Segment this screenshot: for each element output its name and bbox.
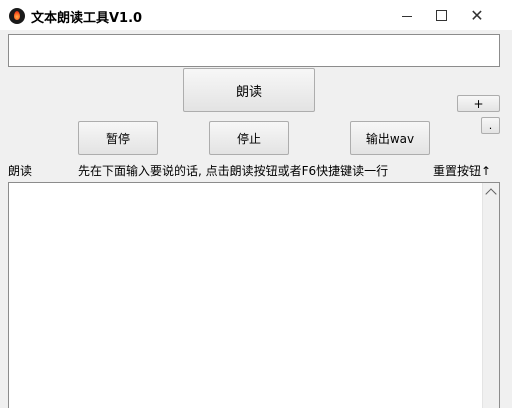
stop-button[interactable]: 停止 (209, 121, 289, 155)
plus-button[interactable]: + (457, 95, 500, 112)
window-title: 文本朗读工具V1.0 (31, 11, 143, 26)
text-content-area[interactable] (8, 182, 500, 408)
maximize-icon[interactable] (424, 0, 458, 30)
title-bar: 文本朗读工具V1.0 ✕ (0, 0, 512, 30)
speech-line-input[interactable] (8, 34, 500, 67)
instruction-hint: 先在下面输入要说的话, 点击朗读按钮或者F6快捷键读一行 (78, 164, 389, 178)
close-icon[interactable]: ✕ (460, 0, 494, 30)
vertical-scrollbar[interactable] (482, 183, 499, 408)
export-wav-button[interactable]: 输出wav (350, 121, 430, 155)
reset-label: 重置按钮↑ (433, 164, 492, 178)
minimize-icon[interactable] (390, 0, 424, 30)
scroll-up-arrow-icon[interactable] (483, 183, 499, 200)
pause-button[interactable]: 暂停 (78, 121, 158, 155)
read-button[interactable]: 朗读 (183, 68, 315, 112)
dot-button[interactable]: . (481, 117, 500, 134)
flame-app-icon (9, 8, 25, 24)
read-label: 朗读 (8, 164, 33, 178)
